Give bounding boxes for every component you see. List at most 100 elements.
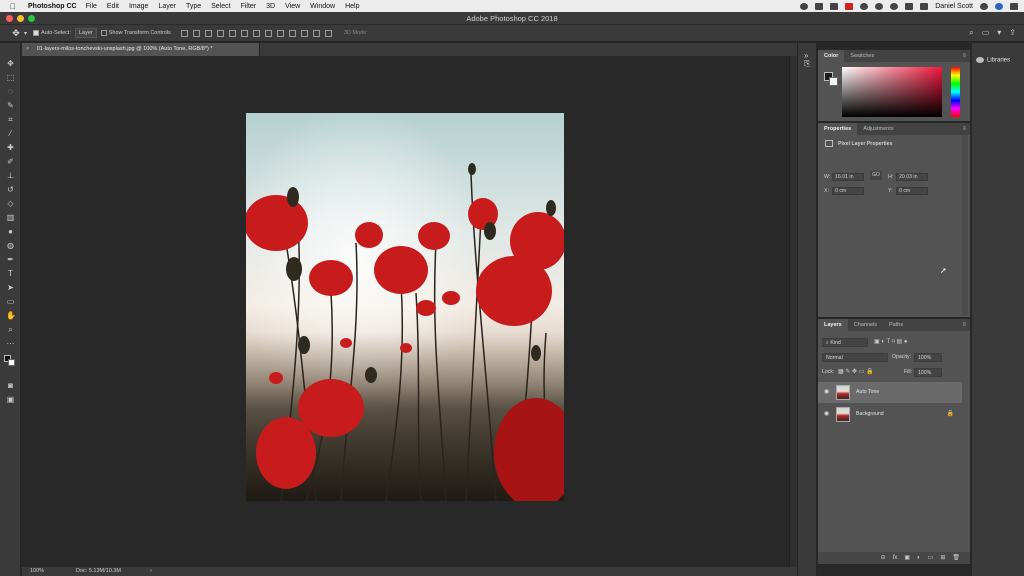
zoom-level[interactable]: 100% xyxy=(22,567,62,576)
quick-select-tool-icon[interactable]: ✎ xyxy=(6,101,15,110)
share-icon[interactable]: ⇪ xyxy=(1009,28,1016,38)
eyedropper-tool-icon[interactable]: ⁄ xyxy=(6,129,15,138)
align-hcenter-icon[interactable] xyxy=(228,29,236,37)
distribute-right-icon[interactable] xyxy=(312,29,320,37)
tab-channels[interactable]: Channels xyxy=(848,319,883,331)
history-brush-tool-icon[interactable]: ↺ xyxy=(6,185,15,194)
menu-image[interactable]: Image xyxy=(129,3,148,10)
layer-row[interactable]: ◉ Auto Tone xyxy=(818,382,962,403)
fg-bg-swatches[interactable] xyxy=(824,72,838,86)
edit-toolbar-icon[interactable]: ⋯ xyxy=(6,339,15,348)
tab-adjustments[interactable]: Adjustments xyxy=(857,123,899,135)
dodge-tool-icon[interactable]: ◍ xyxy=(6,241,15,250)
lock-icon[interactable]: 🔒 xyxy=(947,404,954,425)
notification-center-icon[interactable] xyxy=(1010,2,1018,10)
blur-tool-icon[interactable]: ● xyxy=(6,227,15,236)
zoom-tool-icon[interactable]: ⌕ xyxy=(6,325,15,334)
type-tool-icon[interactable]: T xyxy=(6,269,15,278)
spotlight-icon[interactable] xyxy=(980,2,988,10)
auto-select-checkbox[interactable] xyxy=(33,30,40,36)
pen-tool-icon[interactable]: ✒ xyxy=(6,255,15,264)
distribute-top-icon[interactable] xyxy=(252,29,260,37)
record-icon[interactable] xyxy=(845,2,854,10)
layer-filter-icons[interactable]: ▣ ◐ T ⌑ ▤ ● xyxy=(874,338,907,345)
hand-tool-icon[interactable]: ✋ xyxy=(6,311,16,320)
width-field[interactable]: 16.01 in xyxy=(832,173,864,181)
layer-name[interactable]: Auto Tone xyxy=(856,382,879,403)
layer-row[interactable]: ◉ Background 🔒 xyxy=(818,404,962,425)
close-tab-icon[interactable]: × xyxy=(26,46,29,52)
align-right-icon[interactable] xyxy=(240,29,248,37)
group-icon[interactable]: ▭ xyxy=(928,552,934,564)
panel-menu-icon[interactable]: ≡ xyxy=(962,123,966,135)
adjustment-icon[interactable]: ◐ xyxy=(917,552,921,564)
battery-icon[interactable] xyxy=(920,2,929,10)
time-machine-icon[interactable] xyxy=(860,2,869,10)
workspace-icon[interactable]: ▭ xyxy=(982,28,990,38)
search-icon[interactable]: ⌕ xyxy=(969,28,973,38)
x-field[interactable]: 0 cm xyxy=(832,187,864,195)
link-icon[interactable]: ⊝ xyxy=(881,552,886,564)
panel-menu-icon[interactable]: ≡ xyxy=(962,319,966,331)
screen-mode-icon[interactable]: ▣ xyxy=(6,395,15,404)
lasso-tool-icon[interactable]: ◌ xyxy=(6,87,15,96)
menu-type[interactable]: Type xyxy=(186,3,201,10)
menu-app-name[interactable]: Photoshop CC xyxy=(28,3,77,10)
brush-tool-icon[interactable]: ✐ xyxy=(6,157,15,166)
menu-window[interactable]: Window xyxy=(310,3,335,10)
hue-slider[interactable] xyxy=(951,67,960,117)
menu-file[interactable]: File xyxy=(86,3,97,10)
layer-filter-dropdown[interactable]: ⌕ Kind xyxy=(822,338,868,347)
screen-icon[interactable] xyxy=(830,2,839,10)
menu-help[interactable]: Help xyxy=(345,3,359,10)
document-tab[interactable]: × 01-layers-milos-tonchevski-unsplash.jp… xyxy=(22,43,260,56)
fill-field[interactable]: 100% xyxy=(914,368,942,377)
mask-icon[interactable]: ▣ xyxy=(904,552,910,564)
distribute-vcenter-icon[interactable] xyxy=(264,29,272,37)
lock-icons[interactable]: ▦ ✎ ✥ ▭ 🔒 xyxy=(838,368,874,375)
height-field[interactable]: 20.03 in xyxy=(896,173,928,181)
menu-edit[interactable]: Edit xyxy=(107,3,119,10)
new-layer-icon[interactable]: ⊞ xyxy=(940,552,945,564)
opacity-field[interactable]: 100% xyxy=(914,353,942,362)
tab-layers[interactable]: Layers xyxy=(818,319,848,331)
tool-preset-caret-icon[interactable]: ▾ xyxy=(24,30,27,37)
clone-stamp-tool-icon[interactable]: ⊥ xyxy=(6,171,15,180)
panel-menu-icon[interactable]: ≡ xyxy=(962,50,966,62)
properties-scrollbar[interactable] xyxy=(962,135,968,315)
marquee-tool-icon[interactable]: ⬚ xyxy=(6,73,15,82)
fx-icon[interactable]: fx xyxy=(893,552,898,564)
path-selection-tool-icon[interactable]: ➤ xyxy=(6,283,15,292)
foreground-background-color-icon[interactable] xyxy=(4,355,16,367)
distribute-hcenter-icon[interactable] xyxy=(300,29,308,37)
healing-brush-tool-icon[interactable]: ✚ xyxy=(6,143,15,152)
siri-icon[interactable] xyxy=(995,2,1003,10)
canvas-vertical-scrollbar[interactable] xyxy=(789,56,797,567)
tab-paths[interactable]: Paths xyxy=(883,319,909,331)
gradient-tool-icon[interactable]: ▥ xyxy=(6,213,15,222)
quick-mask-icon[interactable]: ◙ xyxy=(6,381,15,390)
y-field[interactable]: 0 cm xyxy=(896,187,928,195)
creative-cloud-icon[interactable] xyxy=(800,2,809,10)
bluetooth-icon[interactable] xyxy=(875,2,884,10)
color-picker-field[interactable] xyxy=(842,67,942,117)
blend-mode-dropdown[interactable]: Normal xyxy=(822,353,888,362)
apple-menu-icon[interactable]:  xyxy=(10,2,20,11)
align-bottom-icon[interactable] xyxy=(204,29,212,37)
menu-layer[interactable]: Layer xyxy=(158,3,176,10)
status-menu-arrow-icon[interactable]: › xyxy=(142,567,152,576)
tab-color[interactable]: Color xyxy=(818,50,845,62)
trash-icon[interactable]: 🗑 xyxy=(952,552,960,564)
visibility-eye-icon[interactable]: ◉ xyxy=(824,382,829,403)
poppy-photo[interactable] xyxy=(246,113,564,501)
align-left-icon[interactable] xyxy=(216,29,224,37)
auto-select-dropdown[interactable]: Layer xyxy=(74,28,97,38)
menu-3d[interactable]: 3D xyxy=(266,3,275,10)
link-dimensions-icon[interactable]: GO xyxy=(870,171,882,180)
move-tool-preset-icon[interactable]: ✥ xyxy=(10,28,22,38)
auto-align-icon[interactable] xyxy=(324,29,332,37)
background-swatch[interactable] xyxy=(829,77,838,86)
menu-view[interactable]: View xyxy=(285,3,300,10)
crop-tool-icon[interactable]: ⌗ xyxy=(6,115,15,124)
rectangle-tool-icon[interactable]: ▭ xyxy=(6,297,15,306)
